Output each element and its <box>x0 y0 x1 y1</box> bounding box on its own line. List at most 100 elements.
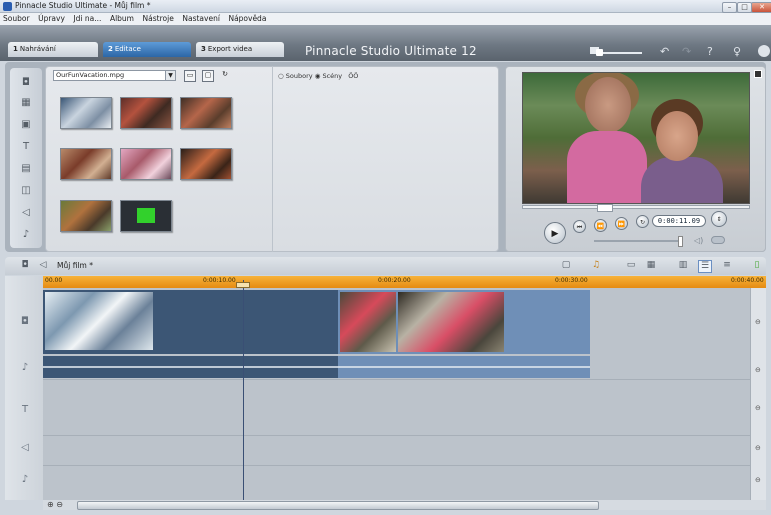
go-to-start-button[interactable]: ⏮ <box>573 220 586 233</box>
scene-thumbnail[interactable] <box>180 97 232 129</box>
tab-label: Export videa <box>207 45 253 53</box>
timeline-scrollbar[interactable] <box>43 500 766 510</box>
title-icon[interactable]: T <box>18 140 34 154</box>
child-face <box>656 111 698 161</box>
menu-icon[interactable]: ▤ <box>18 162 34 176</box>
audio-mixer-icon[interactable]: ♫ <box>590 260 602 271</box>
details-toggle[interactable]: ÖÖ <box>348 72 358 80</box>
scene-thumbnail[interactable] <box>60 200 112 232</box>
lock-icon[interactable]: ⊖ <box>755 476 761 484</box>
clip-thumbnail <box>45 292 153 350</box>
scene-thumbnail[interactable] <box>60 97 112 129</box>
speaker-icon[interactable]: ◁) <box>694 236 703 245</box>
menu-item-tools[interactable]: Nástroje <box>143 13 174 25</box>
undo-icon[interactable]: ↶ <box>660 46 669 57</box>
close-button[interactable]: ✕ <box>751 2 771 13</box>
file-combo[interactable]: OurFunVacation.mpg ▼ <box>53 70 176 81</box>
video-track-icon[interactable]: ◘ <box>17 316 33 327</box>
tab-number: 1 <box>13 45 18 53</box>
playhead[interactable] <box>243 280 244 502</box>
menu-item-file[interactable]: Soubor <box>3 13 30 25</box>
scene-thumbnail[interactable] <box>120 200 172 232</box>
refresh-icon[interactable]: ↻ <box>220 70 230 80</box>
lock-icon[interactable]: ⊖ <box>755 444 761 452</box>
track-headers: ◘ ♪ T ◁ ♪ <box>5 276 43 500</box>
timeline-ruler[interactable]: 00.00 0:00:10.00 0:00:20.00 0:00:30.00 0… <box>43 276 766 288</box>
camera-icon[interactable]: ◘ <box>18 76 34 90</box>
fast-forward-button[interactable]: ⏩ <box>615 217 628 230</box>
tab-number: 2 <box>108 45 113 53</box>
menu-item-goto[interactable]: Jdi na... <box>73 13 101 25</box>
photo-icon[interactable]: ▣ <box>18 118 34 132</box>
lock-icon[interactable]: ⊖ <box>755 366 761 374</box>
minimize-button[interactable]: – <box>722 2 737 13</box>
razor-icon[interactable]: ▢ <box>560 260 572 271</box>
scrubber-handle[interactable] <box>597 204 613 212</box>
preview-scrubber[interactable] <box>522 204 750 212</box>
chevron-down-icon[interactable]: ▼ <box>165 71 175 80</box>
menu-item-edit[interactable]: Úpravy <box>38 13 65 25</box>
trash-icon[interactable]: ▦ <box>645 260 657 271</box>
tab-label: Nahrávání <box>19 45 56 53</box>
title-track-icon[interactable]: T <box>17 404 33 415</box>
playhead-marker[interactable] <box>236 282 250 288</box>
zoom-icon[interactable]: ▯ <box>751 260 763 271</box>
folder-icon[interactable]: ▭ <box>184 70 196 82</box>
scrollbar-thumb[interactable] <box>77 501 599 510</box>
menu-item-help[interactable]: Nápověda <box>228 13 266 25</box>
audio-track-icon[interactable]: ♪ <box>17 362 33 373</box>
loop-button[interactable]: ↻ <box>636 215 649 228</box>
lock-icon[interactable]: ⊖ <box>755 404 761 412</box>
music-track-icon[interactable]: ♪ <box>17 474 33 485</box>
volume-slider[interactable] <box>596 49 642 56</box>
mute-toggle[interactable] <box>711 236 725 244</box>
lock-icon[interactable]: ⊖ <box>755 318 761 326</box>
tab-capture[interactable]: 1 Nahrávání <box>8 42 98 57</box>
camera-icon[interactable]: ◘ <box>19 260 31 271</box>
timecode-display[interactable]: 0:00:11.09 <box>652 215 706 227</box>
volume-knob[interactable] <box>678 236 683 247</box>
scene-thumbnail[interactable] <box>120 148 172 180</box>
preview-volume-slider[interactable] <box>594 236 683 247</box>
fullscreen-icon[interactable] <box>754 70 762 78</box>
text-view-icon[interactable]: ≡ <box>721 260 733 271</box>
radio-scenes-label: Scény <box>322 72 343 80</box>
maximize-button[interactable]: □ <box>737 2 752 13</box>
new-folder-icon[interactable]: ▢ <box>202 70 214 82</box>
zoom-controls: ⊕ ⊖ <box>47 500 63 509</box>
menu-item-settings[interactable]: Nastavení <box>182 13 220 25</box>
scene-thumbnail[interactable] <box>120 97 172 129</box>
transition-icon[interactable]: ◫ <box>18 184 34 198</box>
film-icon[interactable]: ▦ <box>18 96 34 110</box>
scene-view-icon[interactable]: ▥ <box>677 260 689 271</box>
zoom-in-icon[interactable]: ⊕ <box>47 500 54 509</box>
sound-icon[interactable]: ◁ <box>18 206 34 220</box>
timeline-view-icon[interactable]: ☰ <box>698 260 712 273</box>
person-face <box>585 77 631 133</box>
settings-icon[interactable] <box>758 45 770 57</box>
radio-files[interactable]: ○ <box>278 72 286 80</box>
play-button[interactable]: ▶ <box>544 222 566 244</box>
ruler-label: 0:00:20.00 <box>378 277 411 284</box>
help-icon[interactable]: ? <box>707 46 713 57</box>
file-combo-value: OurFunVacation.mpg <box>56 71 125 79</box>
audio-icon[interactable]: ◁ <box>37 260 49 271</box>
tab-edit[interactable]: 2 Editace <box>103 42 191 57</box>
rewind-button[interactable]: ⏪ <box>594 219 607 232</box>
tab-export[interactable]: 3 Export videa <box>196 42 284 57</box>
child-body <box>641 157 723 203</box>
volume-slider-knob[interactable] <box>596 49 603 56</box>
tip-icon[interactable]: ♀ <box>733 46 741 57</box>
ruler-label: 00.00 <box>45 277 63 284</box>
menu-item-album[interactable]: Album <box>110 13 134 25</box>
app-title: Pinnacle Studio Ultimate 12 <box>305 44 477 58</box>
zoom-out-icon[interactable]: ⊖ <box>56 500 63 509</box>
scene-thumbnail[interactable] <box>180 148 232 180</box>
sound-track-icon[interactable]: ◁ <box>17 442 33 453</box>
scene-thumbnail[interactable] <box>60 148 112 180</box>
split-clip-icon[interactable]: ▭ <box>625 260 637 271</box>
track-divider <box>43 435 750 436</box>
redo-icon[interactable]: ↷ <box>682 46 691 57</box>
music-icon[interactable]: ♪ <box>18 228 34 242</box>
timecode-stepper[interactable]: ⇕ <box>711 211 727 227</box>
